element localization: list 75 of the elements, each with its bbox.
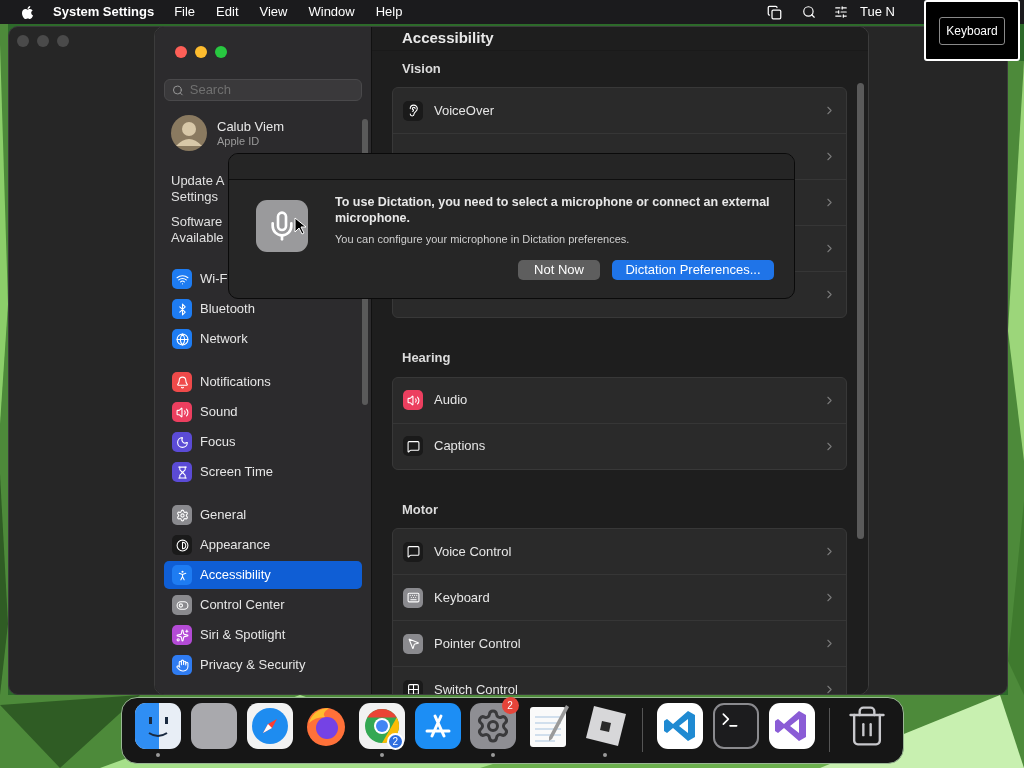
gear-icon [172, 505, 192, 525]
sidebar-item[interactable]: Notifications [164, 368, 362, 396]
app-menu[interactable]: System Settings [53, 2, 155, 22]
pointer-icon [403, 633, 423, 654]
sidebar-item[interactable]: Appearance [164, 531, 362, 559]
account-subtitle: Apple ID [217, 133, 261, 148]
ear-icon [403, 100, 423, 121]
terminal-icon[interactable] [713, 702, 760, 749]
speech-bubble-icon [403, 436, 423, 456]
code-editor-icon[interactable] [657, 702, 704, 749]
hourglass-icon [172, 462, 192, 482]
moon-icon [172, 432, 192, 452]
wifi-icon [172, 269, 192, 289]
section-heading: Hearing [401, 349, 452, 367]
sidebar-item[interactable]: Screen Time [164, 458, 362, 486]
speaker-icon [403, 390, 423, 410]
bluetooth-icon [172, 299, 192, 319]
infinity-ribbon-icon[interactable] [769, 702, 816, 749]
sidebar-item[interactable]: Bluetooth [164, 295, 362, 323]
globe-icon [172, 329, 192, 349]
row-label[interactable]: VoiceOver [434, 100, 494, 121]
toggle-icon [172, 595, 192, 615]
dialog-button[interactable]: Dictation Preferences... [612, 259, 774, 280]
app-store-icon[interactable] [414, 702, 461, 749]
sidebar-item[interactable]: General [164, 501, 362, 529]
page-title: Accessibility [402, 28, 494, 48]
minimize-button[interactable] [195, 46, 207, 58]
dialog-message: You can configure your microphone in Dictation preferences. [335, 232, 631, 247]
screen-mirroring-icon[interactable] [767, 4, 782, 20]
row-label[interactable]: Captions [434, 436, 486, 456]
speaker-icon [172, 402, 192, 422]
section-heading: Motor [401, 500, 440, 519]
control-center-icon[interactable] [834, 5, 848, 19]
row-label[interactable]: Keyboard [434, 587, 490, 608]
section-heading: Vision [401, 59, 442, 78]
microphone-icon [256, 200, 308, 252]
finder-icon[interactable] [134, 702, 181, 749]
sidebar-item[interactable]: Accessibility [164, 561, 362, 589]
search-icon [172, 83, 184, 97]
row-label[interactable]: Pointer Control [434, 633, 521, 654]
contrast-icon [172, 535, 192, 555]
dialog-title: To use Dictation, you need to select a microphone or connect an external microphone. [335, 194, 771, 226]
avatar[interactable] [171, 115, 207, 151]
gear-icon[interactable] [470, 702, 517, 749]
row-label[interactable]: Voice Control [434, 541, 512, 562]
zoom-button[interactable] [215, 46, 227, 58]
sidebar-item[interactable]: Siri & Spotlight [164, 621, 362, 649]
dialog-button[interactable]: Not Now [518, 259, 600, 280]
bell-icon [172, 372, 192, 392]
row-label[interactable]: Switch Control [434, 679, 518, 694]
sidebar-item[interactable]: Privacy & Security [164, 651, 362, 679]
search-icon[interactable] [802, 5, 816, 19]
sidebar-item[interactable]: Sound [164, 398, 362, 426]
row-label[interactable]: Audio [434, 390, 468, 410]
menu-item[interactable]: Window [308, 2, 355, 22]
speech-bubble-icon [403, 541, 423, 562]
close-button[interactable] [175, 46, 187, 58]
sidebar-item[interactable]: Focus [164, 428, 362, 456]
menu-item[interactable]: File [174, 2, 196, 22]
menu-item[interactable]: View [259, 2, 288, 22]
keyboard-icon [403, 587, 423, 608]
sidebar-item[interactable]: Control Center [164, 591, 362, 619]
apple-icon[interactable] [20, 4, 35, 20]
clock[interactable]: Tue N [860, 2, 924, 22]
cursor-icon [294, 217, 306, 235]
menu-item[interactable]: Edit [216, 2, 239, 22]
account-name[interactable]: Calub Viem [217, 118, 284, 134]
menu-item[interactable]: Help [375, 2, 403, 22]
sparkle-icon [172, 625, 192, 645]
sidebar-item[interactable]: Network [164, 325, 362, 353]
hand-icon [172, 655, 192, 675]
key-label: Keyboard [939, 16, 1005, 45]
compass-icon[interactable] [246, 702, 293, 749]
chrome-icon[interactable] [358, 702, 405, 749]
person-icon [172, 565, 192, 585]
